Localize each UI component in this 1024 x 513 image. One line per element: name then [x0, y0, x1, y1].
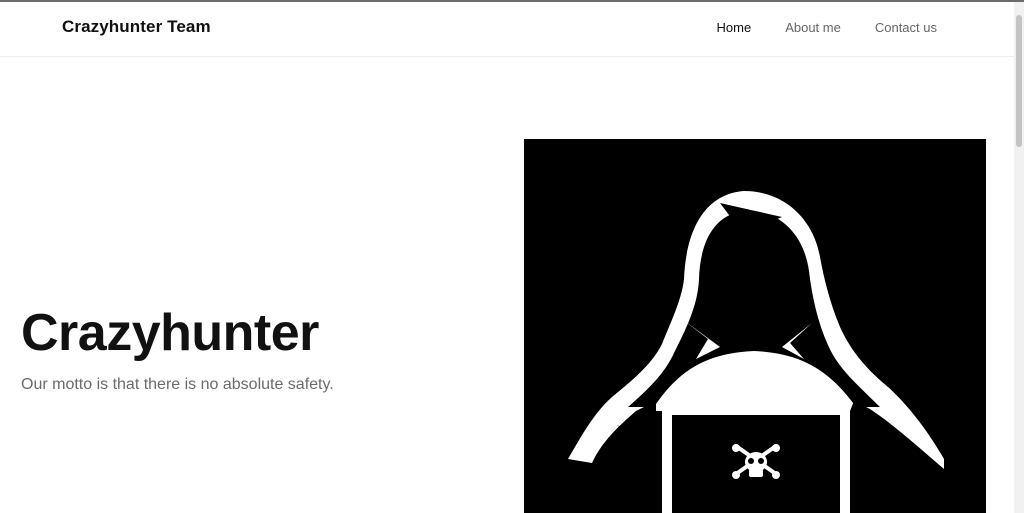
brand-logo-link[interactable]: Crazyhunter Team — [62, 17, 211, 37]
page-scrollbar[interactable] — [1014, 2, 1024, 513]
nav-links: Home About me Contact us — [717, 20, 938, 35]
scrollbar-thumb[interactable] — [1016, 15, 1022, 147]
nav-link-home[interactable]: Home — [717, 20, 752, 35]
hero-image — [524, 139, 986, 513]
hooded-hacker-icon — [568, 191, 944, 513]
hero-motto: Our motto is that there is no absolute s… — [21, 376, 334, 393]
nav-link-about[interactable]: About me — [785, 20, 841, 35]
nav-link-contact[interactable]: Contact us — [875, 20, 937, 35]
hero-title: Crazyhunter — [21, 304, 319, 362]
navbar: Crazyhunter Team Home About me Contact u… — [0, 2, 1014, 57]
